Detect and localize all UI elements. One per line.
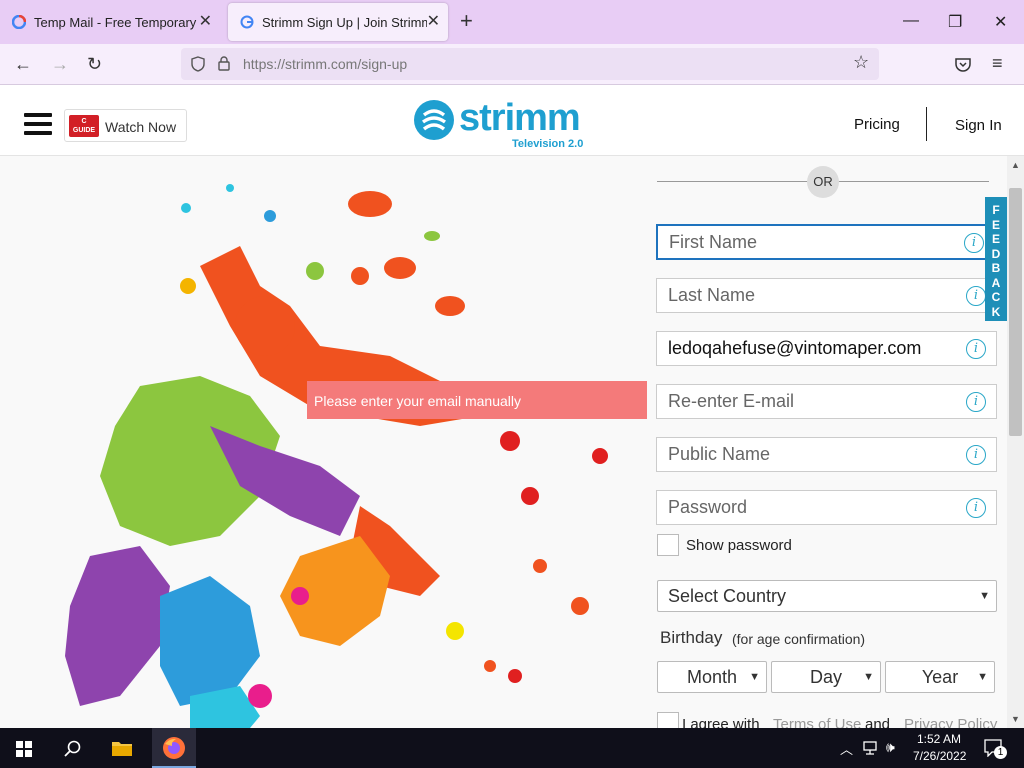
back-icon[interactable]: ← (14, 52, 32, 76)
file-explorer-icon[interactable] (111, 739, 133, 757)
network-icon[interactable] (863, 741, 879, 755)
and-label: and (865, 716, 891, 728)
pocket-icon[interactable] (955, 57, 971, 72)
info-icon[interactable]: i (964, 233, 984, 253)
reenter-email-input[interactable] (657, 385, 947, 418)
pricing-link[interactable]: Pricing (854, 116, 900, 133)
site-header: C GUIDE Watch Now strimm Television 2.0 P… (0, 85, 1024, 156)
chevron-down-icon: ▼ (979, 590, 990, 602)
clock-date[interactable]: 7/26/2022 (913, 749, 966, 763)
new-tab-icon[interactable]: + (460, 10, 473, 32)
window-close-icon[interactable]: ✕ (994, 12, 1007, 32)
scroll-down-icon[interactable]: ▼ (1011, 714, 1020, 724)
firefox-icon (163, 737, 185, 759)
email-field[interactable]: i (656, 331, 997, 366)
close-tab-icon[interactable]: ✕ (427, 14, 440, 30)
or-badge: OR (807, 166, 839, 198)
shield-icon[interactable] (191, 56, 205, 72)
header-divider (926, 107, 927, 141)
chevron-down-icon: ▼ (749, 671, 760, 683)
clock-time[interactable]: 1:52 AM (917, 732, 961, 746)
last-name-input[interactable] (657, 279, 947, 312)
tab-title: Strimm Sign Up | Join Strimm (262, 14, 427, 30)
strimm-logo-icon (414, 100, 454, 140)
bookmark-star-icon[interactable]: ☆ (853, 52, 869, 73)
app-menu-icon[interactable]: ≡ (992, 53, 1003, 74)
birth-month-select[interactable]: Month ▼ (657, 661, 767, 693)
forward-icon[interactable]: → (51, 52, 69, 76)
password-field[interactable]: i (656, 490, 997, 525)
chevron-down-icon: ▼ (863, 671, 874, 683)
birthday-note: (for age confirmation) (732, 631, 866, 647)
page-scrollbar[interactable]: ▲ ▼ (1007, 156, 1024, 728)
info-icon[interactable]: i (966, 498, 986, 518)
birthday-label: Birthday (660, 628, 723, 647)
month-value: Month (686, 666, 738, 687)
reenter-email-field[interactable]: i (656, 384, 997, 419)
windows-start-icon[interactable] (16, 741, 32, 757)
feedback-tab[interactable]: FEEDBACK (985, 197, 1007, 321)
logo-text: strimm (459, 97, 581, 139)
country-select[interactable]: Select Country ▼ (657, 580, 997, 612)
tab-title: Temp Mail - Free Temporary Email (34, 14, 199, 30)
volume-icon[interactable]: 🕪 (886, 739, 895, 756)
minimize-icon[interactable]: — (903, 12, 919, 30)
email-error-tooltip: Please enter your email manually (307, 381, 647, 419)
firefox-taskbar-button[interactable] (152, 728, 196, 768)
country-select-value: Select Country (668, 585, 787, 606)
hamburger-menu-icon[interactable] (24, 113, 52, 140)
terms-of-use-link[interactable]: Terms of Use (773, 716, 861, 728)
privacy-policy-link[interactable]: Privacy Policy (904, 716, 997, 728)
birth-year-select[interactable]: Year ▼ (885, 661, 995, 693)
windows-taskbar: ︿ 🕪 1:52 AM 7/26/2022 1 (0, 728, 1024, 768)
google-icon (12, 15, 26, 29)
birth-day-select[interactable]: Day ▼ (771, 661, 881, 693)
first-name-field[interactable]: i (656, 224, 988, 260)
sign-up-page: OR i i i i i i Show password Select Coun… (0, 156, 1007, 728)
watch-now-label: Watch Now (105, 119, 177, 135)
email-input[interactable] (657, 332, 947, 365)
browser-tab-bar: Temp Mail - Free Temporary Email ✕ Strim… (0, 0, 1024, 44)
public-name-input[interactable] (657, 438, 947, 471)
info-icon[interactable]: i (966, 445, 986, 465)
feedback-label: FEEDBACK (991, 203, 1001, 319)
browser-nav-bar: ← → ↻ https://strimm.com/sign-up ☆ ≡ (0, 44, 1024, 85)
watch-now-button[interactable]: C GUIDE Watch Now (64, 109, 187, 142)
google-icon (240, 15, 254, 29)
show-password-checkbox[interactable] (657, 534, 679, 556)
tab-temp-mail[interactable]: Temp Mail - Free Temporary Email ✕ (0, 3, 220, 41)
address-bar[interactable]: https://strimm.com/sign-up ☆ (181, 48, 879, 80)
public-name-field[interactable]: i (656, 437, 997, 472)
day-value: Day (809, 666, 842, 687)
show-password-label: Show password (686, 537, 792, 554)
tab-strimm-sign-up[interactable]: Strimm Sign Up | Join Strimm ✕ (228, 3, 448, 41)
sign-in-link[interactable]: Sign In (955, 117, 1002, 134)
chevron-up-icon[interactable]: ︿ (840, 739, 853, 758)
agree-terms-checkbox[interactable] (657, 712, 679, 728)
paint-splash-dancer-illustration (65, 184, 608, 728)
info-icon[interactable]: i (966, 286, 986, 306)
scrollbar-thumb[interactable] (1009, 188, 1022, 436)
password-input[interactable] (657, 491, 947, 524)
first-name-input[interactable] (658, 226, 948, 259)
close-tab-icon[interactable]: ✕ (199, 14, 212, 30)
scroll-up-icon[interactable]: ▲ (1011, 160, 1020, 170)
lock-icon[interactable] (218, 55, 230, 71)
notification-badge: 1 (994, 746, 1007, 759)
url-text: https://strimm.com/sign-up (243, 56, 408, 72)
last-name-field[interactable]: i (656, 278, 997, 313)
search-icon[interactable] (64, 740, 81, 757)
info-icon[interactable]: i (966, 392, 986, 412)
maximize-icon[interactable]: ❐ (948, 12, 962, 32)
chevron-down-icon: ▼ (977, 671, 988, 683)
year-value: Year (921, 666, 959, 687)
info-icon[interactable]: i (966, 339, 986, 359)
tv-guide-logo: C GUIDE (69, 115, 99, 137)
agree-label: I agree with (682, 716, 760, 728)
reload-icon[interactable]: ↻ (87, 52, 102, 76)
logo-subtitle: Television 2.0 (512, 138, 584, 150)
strimm-logo[interactable]: strimm Television 2.0 (413, 97, 603, 150)
